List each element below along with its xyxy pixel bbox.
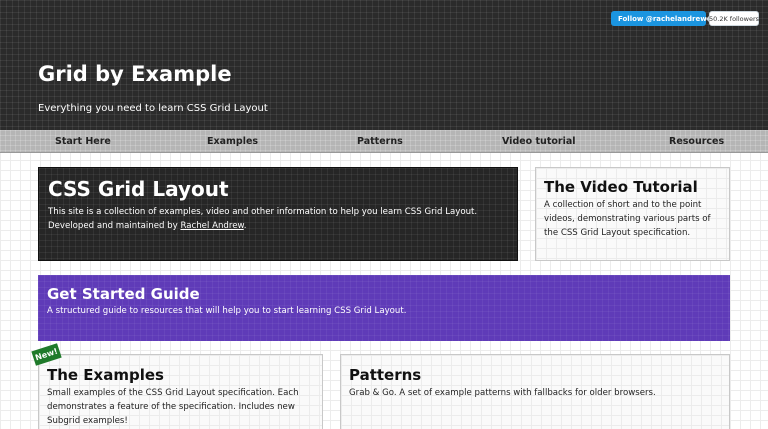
nav-item-patterns[interactable]: Patterns — [357, 130, 403, 153]
nav-item-video-tutorial[interactable]: Video tutorial — [502, 130, 576, 153]
hero-text-end: . — [243, 221, 247, 231]
patterns-card[interactable]: Patterns Grab & Go. A set of example pat… — [340, 354, 730, 429]
site-header: Grid by Example Everything you need to l… — [0, 0, 768, 130]
author-link[interactable]: Rachel Andrew — [180, 221, 243, 231]
video-tutorial-title[interactable]: The Video Tutorial — [544, 178, 698, 196]
nav-item-start-here[interactable]: Start Here — [55, 130, 111, 153]
patterns-title[interactable]: Patterns — [349, 366, 421, 384]
get-started-guide-panel[interactable]: Get Started Guide A structured guide to … — [38, 275, 730, 341]
guide-text: A structured guide to resources that wil… — [47, 306, 407, 316]
video-tutorial-text: A collection of short and to the point v… — [544, 200, 711, 238]
site-title[interactable]: Grid by Example — [38, 62, 232, 86]
hero-panel: CSS Grid Layout This site is a collectio… — [38, 167, 518, 261]
examples-card[interactable]: The Examples Small examples of the CSS G… — [38, 354, 323, 429]
patterns-text: Grab & Go. A set of example patterns wit… — [349, 388, 656, 398]
video-tutorial-card[interactable]: The Video Tutorial A collection of short… — [535, 167, 730, 261]
followers-count[interactable]: 50.2K followers — [706, 11, 759, 26]
hero-title: CSS Grid Layout — [48, 177, 229, 201]
nav-item-examples[interactable]: Examples — [207, 130, 258, 153]
twitter-follow-label: Follow @rachelandrew — [618, 14, 707, 23]
examples-title[interactable]: The Examples — [47, 366, 164, 384]
hero-text: This site is a collection of examples, v… — [48, 207, 478, 231]
site-tagline: Everything you need to learn CSS Grid La… — [38, 103, 268, 114]
nav-item-resources[interactable]: Resources — [669, 130, 724, 153]
guide-title[interactable]: Get Started Guide — [47, 285, 200, 303]
main-nav: Start Here Examples Patterns Video tutor… — [0, 130, 768, 153]
hero-description: This site is a collection of examples, v… — [48, 205, 510, 233]
twitter-follow-button[interactable]: Follow @rachelandrew — [611, 11, 707, 26]
examples-text: Small examples of the CSS Grid Layout sp… — [47, 388, 299, 426]
